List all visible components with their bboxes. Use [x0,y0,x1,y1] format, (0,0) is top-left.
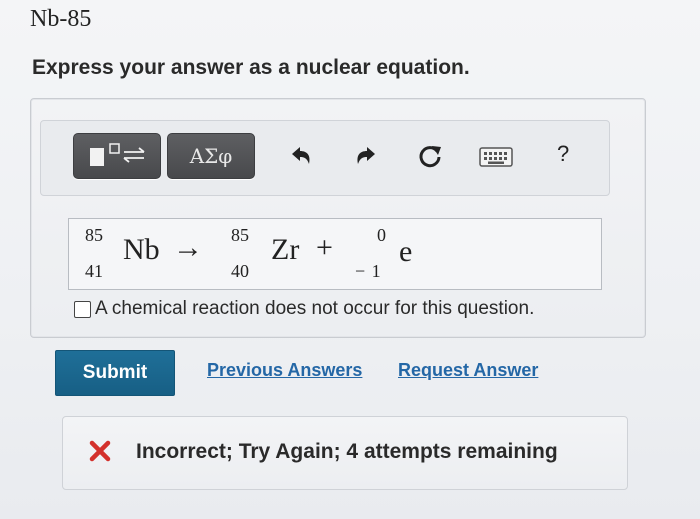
reactant-mass-number[interactable]: 85 [85,225,103,246]
no-reaction-label: A chemical reaction does not occur for t… [95,298,535,319]
product2-mass-number[interactable]: 0 [377,225,386,246]
question-title: Nb-85 [30,6,92,32]
template-fraction-icon [90,143,145,166]
request-answer-link[interactable]: Request Answer [398,360,538,381]
reactant-atomic-number[interactable]: 41 [85,261,103,282]
equation-input[interactable]: 85 41 Nb → 85 40 Zr + 0 − 1 e [68,218,602,290]
plus-sign: + [316,231,333,264]
no-reaction-checkbox[interactable] [74,300,91,318]
product1-symbol[interactable]: Zr [271,233,299,267]
submit-button[interactable]: Submit [55,350,175,396]
template-button[interactable] [73,133,161,179]
product2-atomic-number[interactable]: − 1 [355,261,382,282]
help-button[interactable]: ? [557,141,569,167]
question-prompt: Express your answer as a nuclear equatio… [32,56,470,79]
symbols-button[interactable]: ΑΣφ [167,133,255,179]
previous-answers-link[interactable]: Previous Answers [207,360,362,381]
product1-atomic-number[interactable]: 40 [231,261,249,282]
reset-icon[interactable] [417,143,443,176]
reactant-symbol[interactable]: Nb [123,233,160,267]
x-icon [88,439,112,470]
keyboard-icon[interactable] [479,147,513,173]
feedback-message: Incorrect; Try Again; 4 attempts remaini… [136,440,558,463]
redo-icon[interactable] [354,145,378,173]
math-toolbar: ΑΣφ ? [40,120,610,196]
product2-symbol[interactable]: e [399,235,412,269]
product1-mass-number[interactable]: 85 [231,225,249,246]
no-reaction-option[interactable]: A chemical reaction does not occur for t… [74,296,534,322]
reaction-arrow: → [173,231,203,264]
undo-icon[interactable] [289,145,313,173]
